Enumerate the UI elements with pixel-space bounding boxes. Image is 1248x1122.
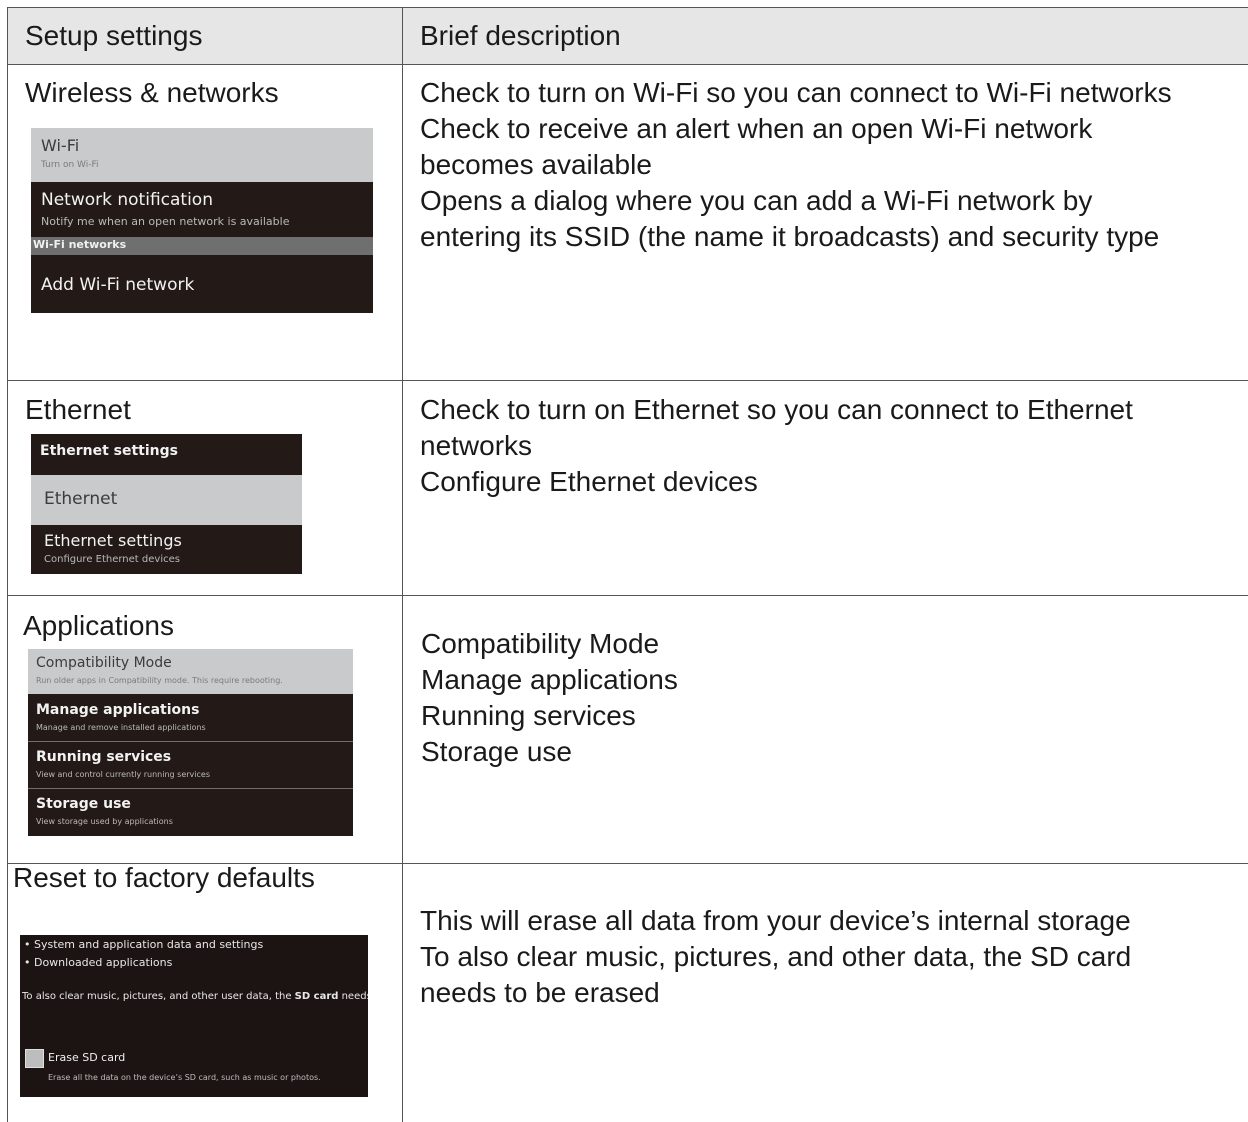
- table-row-divider: [7, 64, 1248, 65]
- running-services-title: Running services: [36, 749, 172, 765]
- applications-screenshot: Compatibility Mode Run older apps in Com…: [28, 649, 353, 836]
- desc-line: Configure Ethernet devices: [420, 466, 758, 497]
- table-border-left: [7, 7, 8, 1122]
- manage-applications-row: Manage applications Manage and remove in…: [28, 694, 353, 741]
- reset-note-text-end: needs to: [341, 991, 368, 1002]
- ethernet-settings-header-title: Ethernet settings: [40, 443, 178, 459]
- manage-applications-subtitle: Manage and remove installed applications: [36, 723, 206, 732]
- row-desc-applications: Compatibility Mode Manage applications R…: [421, 626, 678, 770]
- row-title-reset: Reset to factory defaults: [13, 862, 315, 893]
- ethernet-configure-row: Ethernet settings Configure Ethernet dev…: [31, 525, 302, 574]
- desc-line: networks: [420, 430, 533, 461]
- compatibility-mode-title: Compatibility Mode: [36, 655, 172, 671]
- network-notification-subtitle: Notify me when an open network is availa…: [41, 215, 290, 228]
- row-desc-ethernet: Check to turn on Ethernet so you can con…: [420, 392, 1133, 500]
- running-services-row: Running services View and control curren…: [28, 742, 353, 788]
- ethernet-configure-title: Ethernet settings: [44, 531, 182, 550]
- reset-bullet-system-data: • System and application data and settin…: [24, 938, 264, 951]
- desc-line: Compatibility Mode: [421, 628, 660, 659]
- desc-line: Check to turn on Wi-Fi so you can connec…: [420, 77, 1172, 108]
- wifi-row: Wi-Fi Turn on Wi-Fi: [31, 128, 373, 182]
- row-title-wireless: Wireless & networks: [25, 77, 279, 108]
- row-title-ethernet: Ethernet: [25, 394, 131, 425]
- desc-line: This will erase all data from your devic…: [420, 905, 1131, 936]
- ethernet-configure-subtitle: Configure Ethernet devices: [44, 554, 180, 565]
- row-title-applications: Applications: [23, 610, 174, 641]
- desc-line: entering its SSID (the name it broadcast…: [420, 221, 1160, 252]
- desc-line: Check to turn on Ethernet so you can con…: [420, 394, 1133, 425]
- table-row-divider: [7, 380, 1248, 381]
- table-row-divider: [7, 595, 1248, 596]
- row-desc-reset: This will erase all data from your devic…: [420, 903, 1131, 1011]
- header-brief-description: Brief description: [420, 20, 621, 51]
- erase-sd-card-subtitle: Erase all the data on the device’s SD ca…: [48, 1073, 321, 1082]
- desc-line: Running services: [421, 700, 636, 731]
- desc-line: Check to receive an alert when an open W…: [420, 113, 1093, 144]
- table-column-divider: [402, 7, 403, 1122]
- manage-applications-title: Manage applications: [36, 702, 200, 718]
- storage-use-subtitle: View storage used by applications: [36, 817, 173, 826]
- network-notification-row: Network notification Notify me when an o…: [31, 182, 373, 237]
- erase-sd-card-checkbox: [25, 1049, 44, 1068]
- ethernet-screenshot: Ethernet settings Ethernet Ethernet sett…: [31, 434, 302, 574]
- reset-note-text: To also clear music, pictures, and other…: [22, 991, 295, 1002]
- network-notification-title: Network notification: [41, 190, 213, 210]
- desc-line: Manage applications: [421, 664, 678, 695]
- erase-sd-card-title: Erase SD card: [48, 1051, 126, 1064]
- desc-line: Storage use: [421, 736, 572, 767]
- storage-use-title: Storage use: [36, 796, 131, 812]
- ethernet-row: Ethernet: [31, 475, 302, 525]
- running-services-subtitle: View and control currently running servi…: [36, 770, 210, 779]
- row-desc-wireless: Check to turn on Wi-Fi so you can connec…: [420, 75, 1172, 255]
- ethernet-title: Ethernet: [44, 489, 118, 509]
- wireless-screenshot: Wi-Fi Turn on Wi-Fi Network notification…: [31, 128, 373, 313]
- wifi-networks-category: Wi-Fi networks: [31, 237, 373, 255]
- desc-line: To also clear music, pictures, and other…: [420, 941, 1132, 972]
- storage-use-row: Storage use View storage used by applica…: [28, 789, 353, 836]
- wifi-subtitle: Turn on Wi-Fi: [41, 160, 99, 170]
- table-border-top: [7, 7, 1248, 8]
- add-wifi-network-row: Add Wi-Fi network: [31, 255, 373, 313]
- compatibility-mode-subtitle: Run older apps in Compatibility mode. Th…: [36, 676, 283, 685]
- ethernet-settings-header: Ethernet settings: [31, 434, 302, 475]
- desc-line: needs to be erased: [420, 977, 660, 1008]
- desc-line: becomes available: [420, 149, 652, 180]
- reset-note-sd-card: SD card: [294, 991, 339, 1002]
- compatibility-mode-row: Compatibility Mode Run older apps in Com…: [28, 649, 353, 694]
- reset-sd-card-note: To also clear music, pictures, and other…: [22, 991, 368, 1002]
- reset-screenshot: • System and application data and settin…: [20, 935, 368, 1097]
- header-setup-settings: Setup settings: [25, 20, 203, 51]
- reset-bullet-downloaded-apps: • Downloaded applications: [24, 956, 173, 969]
- desc-line: Opens a dialog where you can add a Wi-Fi…: [420, 185, 1093, 216]
- wifi-networks-label: Wi-Fi networks: [33, 238, 127, 251]
- add-wifi-network-title: Add Wi-Fi network: [41, 275, 195, 295]
- wifi-title: Wi-Fi: [41, 136, 80, 155]
